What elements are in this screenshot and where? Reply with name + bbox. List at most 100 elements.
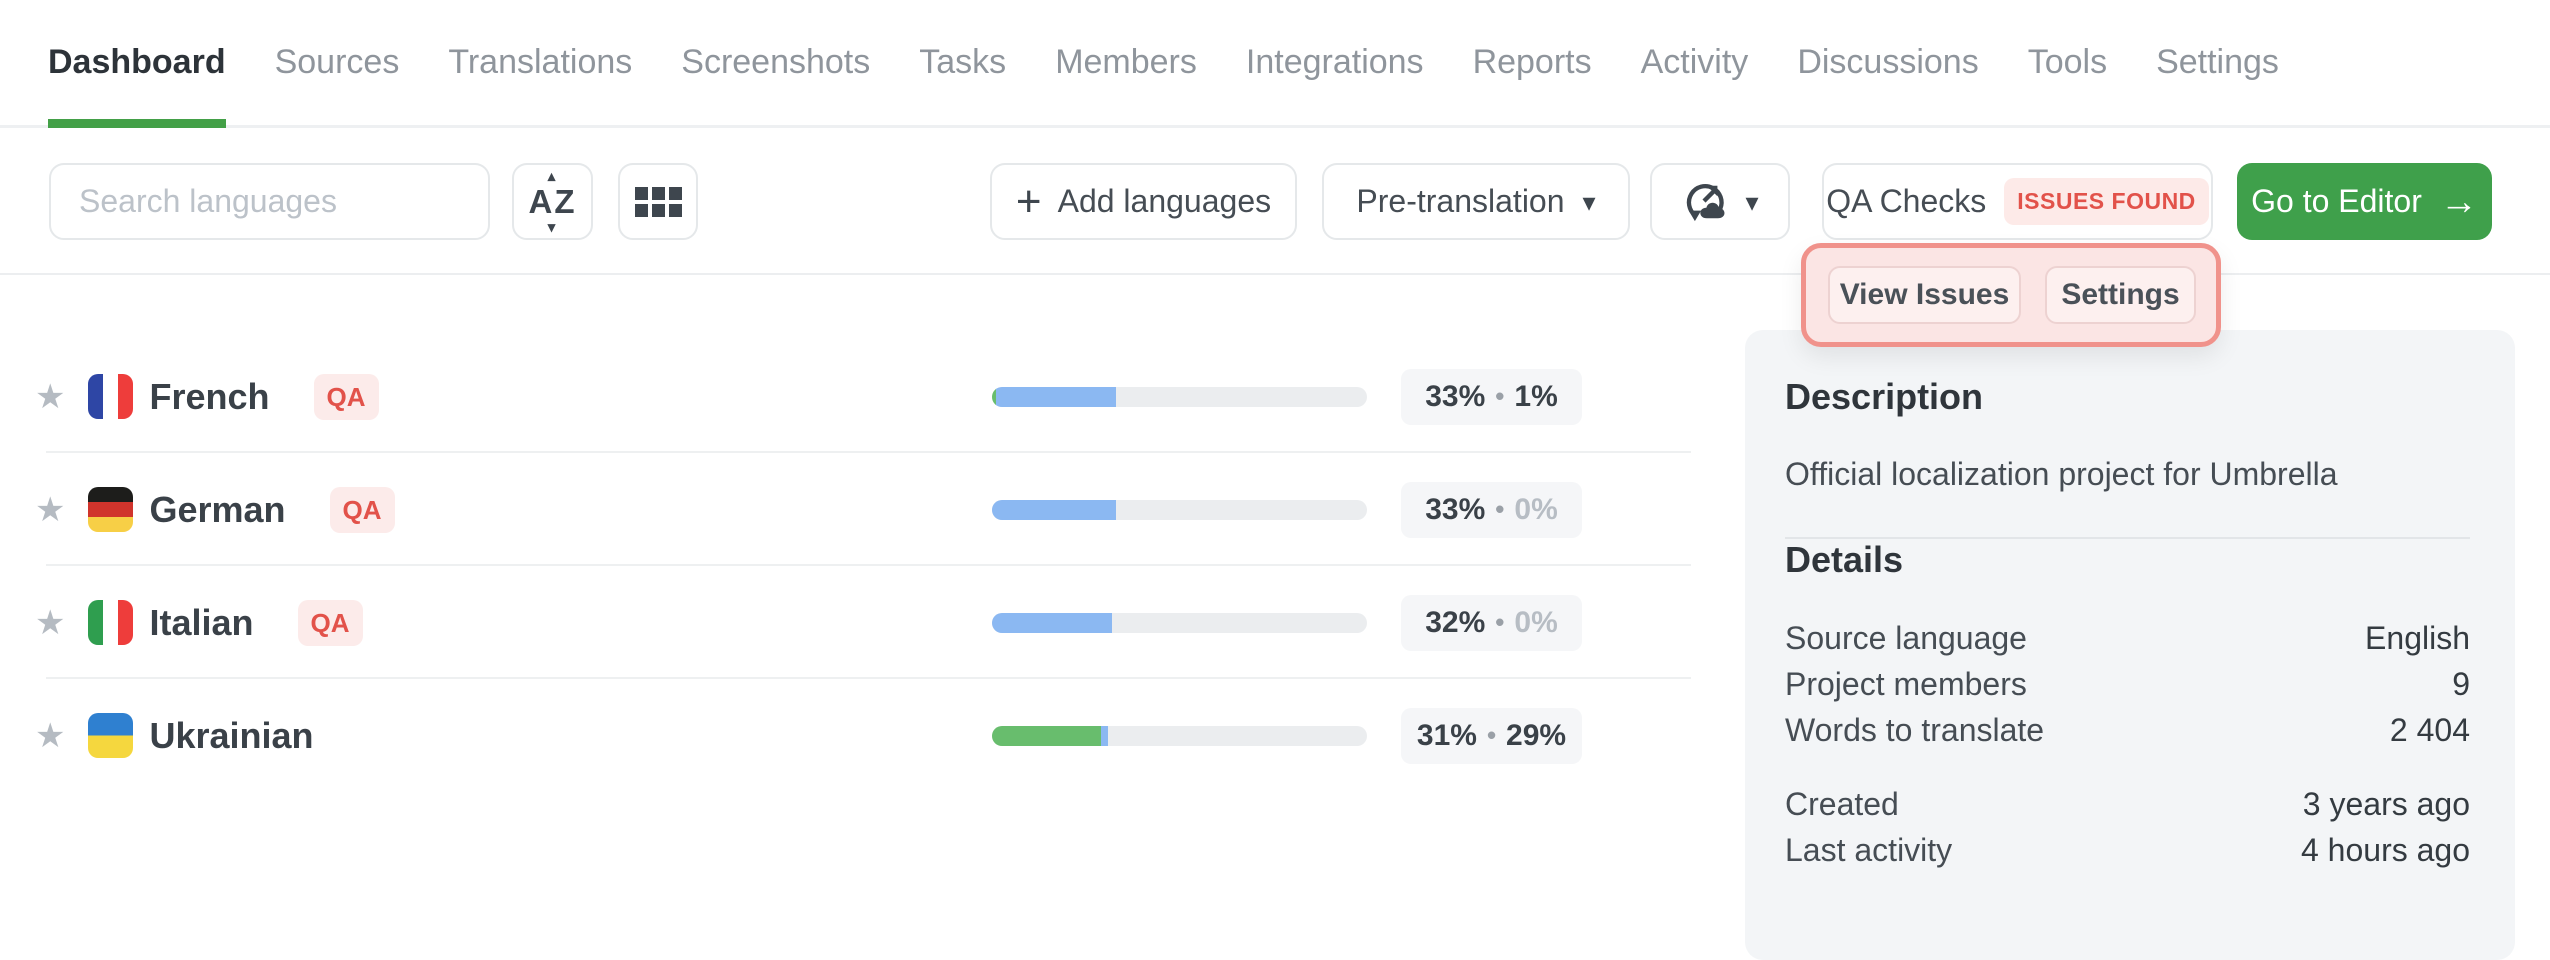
tab-activity[interactable]: Activity xyxy=(1641,0,1749,125)
progress-fill-approved xyxy=(992,726,1101,746)
tab-sources[interactable]: Sources xyxy=(275,0,400,125)
approved-percent: 1% xyxy=(1514,380,1557,414)
detail-label: Created xyxy=(1785,781,1899,827)
tab-tools[interactable]: Tools xyxy=(2028,0,2107,125)
language-name: French xyxy=(149,376,269,418)
qa-checks-popup: View Issues Settings xyxy=(1801,243,2221,347)
detail-label: Project members xyxy=(1785,661,2027,707)
progress-fill-translated xyxy=(992,613,1112,633)
detail-row: Created 3 years ago xyxy=(1785,781,2470,827)
french-flag-icon xyxy=(88,374,133,419)
caret-down-icon: ▾ xyxy=(1745,189,1758,215)
favorite-star-icon[interactable]: ★ xyxy=(35,719,65,753)
progress-fill-translated xyxy=(992,500,1116,520)
arrow-right-icon: → xyxy=(2440,183,2478,221)
translated-percent: 33% xyxy=(1425,380,1485,414)
add-languages-label: Add languages xyxy=(1058,183,1272,220)
favorite-star-icon[interactable]: ★ xyxy=(35,380,65,414)
favorite-star-icon[interactable]: ★ xyxy=(35,493,65,527)
detail-row: Words to translate 2 404 xyxy=(1785,707,2470,753)
progress-fill-translated xyxy=(1101,726,1109,746)
go-to-editor-label: Go to Editor xyxy=(2251,183,2422,220)
progress-bar xyxy=(992,726,1367,746)
approved-percent: 0% xyxy=(1514,606,1557,640)
pre-translation-label: Pre-translation xyxy=(1356,183,1564,220)
search-languages-input[interactable] xyxy=(49,163,490,240)
details-panel: Description Official localization projec… xyxy=(1745,330,2515,960)
detail-value: 2 404 xyxy=(2390,707,2470,753)
tab-discussions[interactable]: Discussions xyxy=(1797,0,1978,125)
machine-translation-icon xyxy=(1681,179,1727,225)
detail-label: Last activity xyxy=(1785,827,1952,873)
progress-bar xyxy=(992,613,1367,633)
progress-bar xyxy=(992,500,1367,520)
tab-dashboard[interactable]: Dashboard xyxy=(48,0,226,125)
view-issues-button[interactable]: View Issues xyxy=(1828,266,2021,324)
detail-label: Source language xyxy=(1785,615,2027,661)
progress-label: 33% • 1% xyxy=(1401,369,1582,425)
detail-value: 9 xyxy=(2452,661,2470,707)
language-row-german[interactable]: ★ German QA 33% • 0% xyxy=(0,453,1740,566)
go-to-editor-button[interactable]: Go to Editor → xyxy=(2237,163,2492,240)
ukrainian-flag-icon xyxy=(88,713,133,758)
qa-checks-button[interactable]: QA Checks ISSUES FOUND xyxy=(1822,163,2213,240)
description-title: Description xyxy=(1785,376,2470,418)
active-tab-underline xyxy=(48,119,226,128)
grid-view-button[interactable] xyxy=(618,163,698,240)
language-row-ukrainian[interactable]: ★ Ukrainian 31% • 29% xyxy=(0,679,1740,792)
progress-label: 31% • 29% xyxy=(1401,708,1582,764)
caret-down-icon: ▾ xyxy=(1583,189,1596,215)
qa-badge[interactable]: QA xyxy=(298,600,363,646)
detail-row: Last activity 4 hours ago xyxy=(1785,827,2470,873)
detail-value: English xyxy=(2365,615,2470,661)
language-name: Ukrainian xyxy=(149,715,313,757)
bullet-separator: • xyxy=(1487,720,1496,751)
details-title: Details xyxy=(1785,539,2470,581)
sort-az-icon: ▴AZ▾ xyxy=(528,177,576,227)
bullet-separator: • xyxy=(1495,494,1504,525)
language-name: German xyxy=(149,489,285,531)
language-name: Italian xyxy=(149,602,253,644)
qa-badge[interactable]: QA xyxy=(330,487,395,533)
issues-found-badge: ISSUES FOUND xyxy=(2004,178,2209,225)
tab-integrations[interactable]: Integrations xyxy=(1246,0,1424,125)
german-flag-icon xyxy=(88,487,133,532)
favorite-star-icon[interactable]: ★ xyxy=(35,606,65,640)
grid-view-icon xyxy=(635,187,682,217)
translated-percent: 31% xyxy=(1417,719,1477,753)
bullet-separator: • xyxy=(1495,607,1504,638)
language-row-italian[interactable]: ★ Italian QA 32% • 0% xyxy=(0,566,1740,679)
bullet-separator: • xyxy=(1495,381,1504,412)
detail-row: Project members 9 xyxy=(1785,661,2470,707)
progress-label: 32% • 0% xyxy=(1401,595,1582,651)
tab-screenshots[interactable]: Screenshots xyxy=(681,0,870,125)
progress-bar xyxy=(992,387,1367,407)
detail-row: Source language English xyxy=(1785,615,2470,661)
pre-translation-button[interactable]: Pre-translation ▾ xyxy=(1322,163,1630,240)
progress-label: 33% • 0% xyxy=(1401,482,1582,538)
project-nav: Dashboard Sources Translations Screensho… xyxy=(0,0,2550,128)
description-text: Official localization project for Umbrel… xyxy=(1785,456,2470,493)
qa-settings-button[interactable]: Settings xyxy=(2045,266,2196,324)
italian-flag-icon xyxy=(88,600,133,645)
tab-settings[interactable]: Settings xyxy=(2156,0,2279,125)
qa-badge[interactable]: QA xyxy=(314,374,379,420)
translated-percent: 33% xyxy=(1425,493,1485,527)
add-languages-button[interactable]: + Add languages xyxy=(990,163,1297,240)
approved-percent: 29% xyxy=(1506,719,1566,753)
approved-percent: 0% xyxy=(1514,493,1557,527)
tab-members[interactable]: Members xyxy=(1055,0,1197,125)
detail-value: 3 years ago xyxy=(2303,781,2470,827)
language-row-french[interactable]: ★ French QA 33% • 1% xyxy=(0,340,1740,453)
tab-tasks[interactable]: Tasks xyxy=(919,0,1006,125)
detail-label: Words to translate xyxy=(1785,707,2044,753)
detail-value: 4 hours ago xyxy=(2301,827,2470,873)
progress-fill-translated xyxy=(996,387,1116,407)
plus-icon: + xyxy=(1016,180,1042,224)
tab-translations[interactable]: Translations xyxy=(448,0,632,125)
machine-translation-dropdown-button[interactable]: ▾ xyxy=(1650,163,1790,240)
translated-percent: 32% xyxy=(1425,606,1485,640)
sort-alphabetically-button[interactable]: ▴AZ▾ xyxy=(512,163,593,240)
tab-reports[interactable]: Reports xyxy=(1473,0,1592,125)
qa-checks-label: QA Checks xyxy=(1826,183,1986,220)
